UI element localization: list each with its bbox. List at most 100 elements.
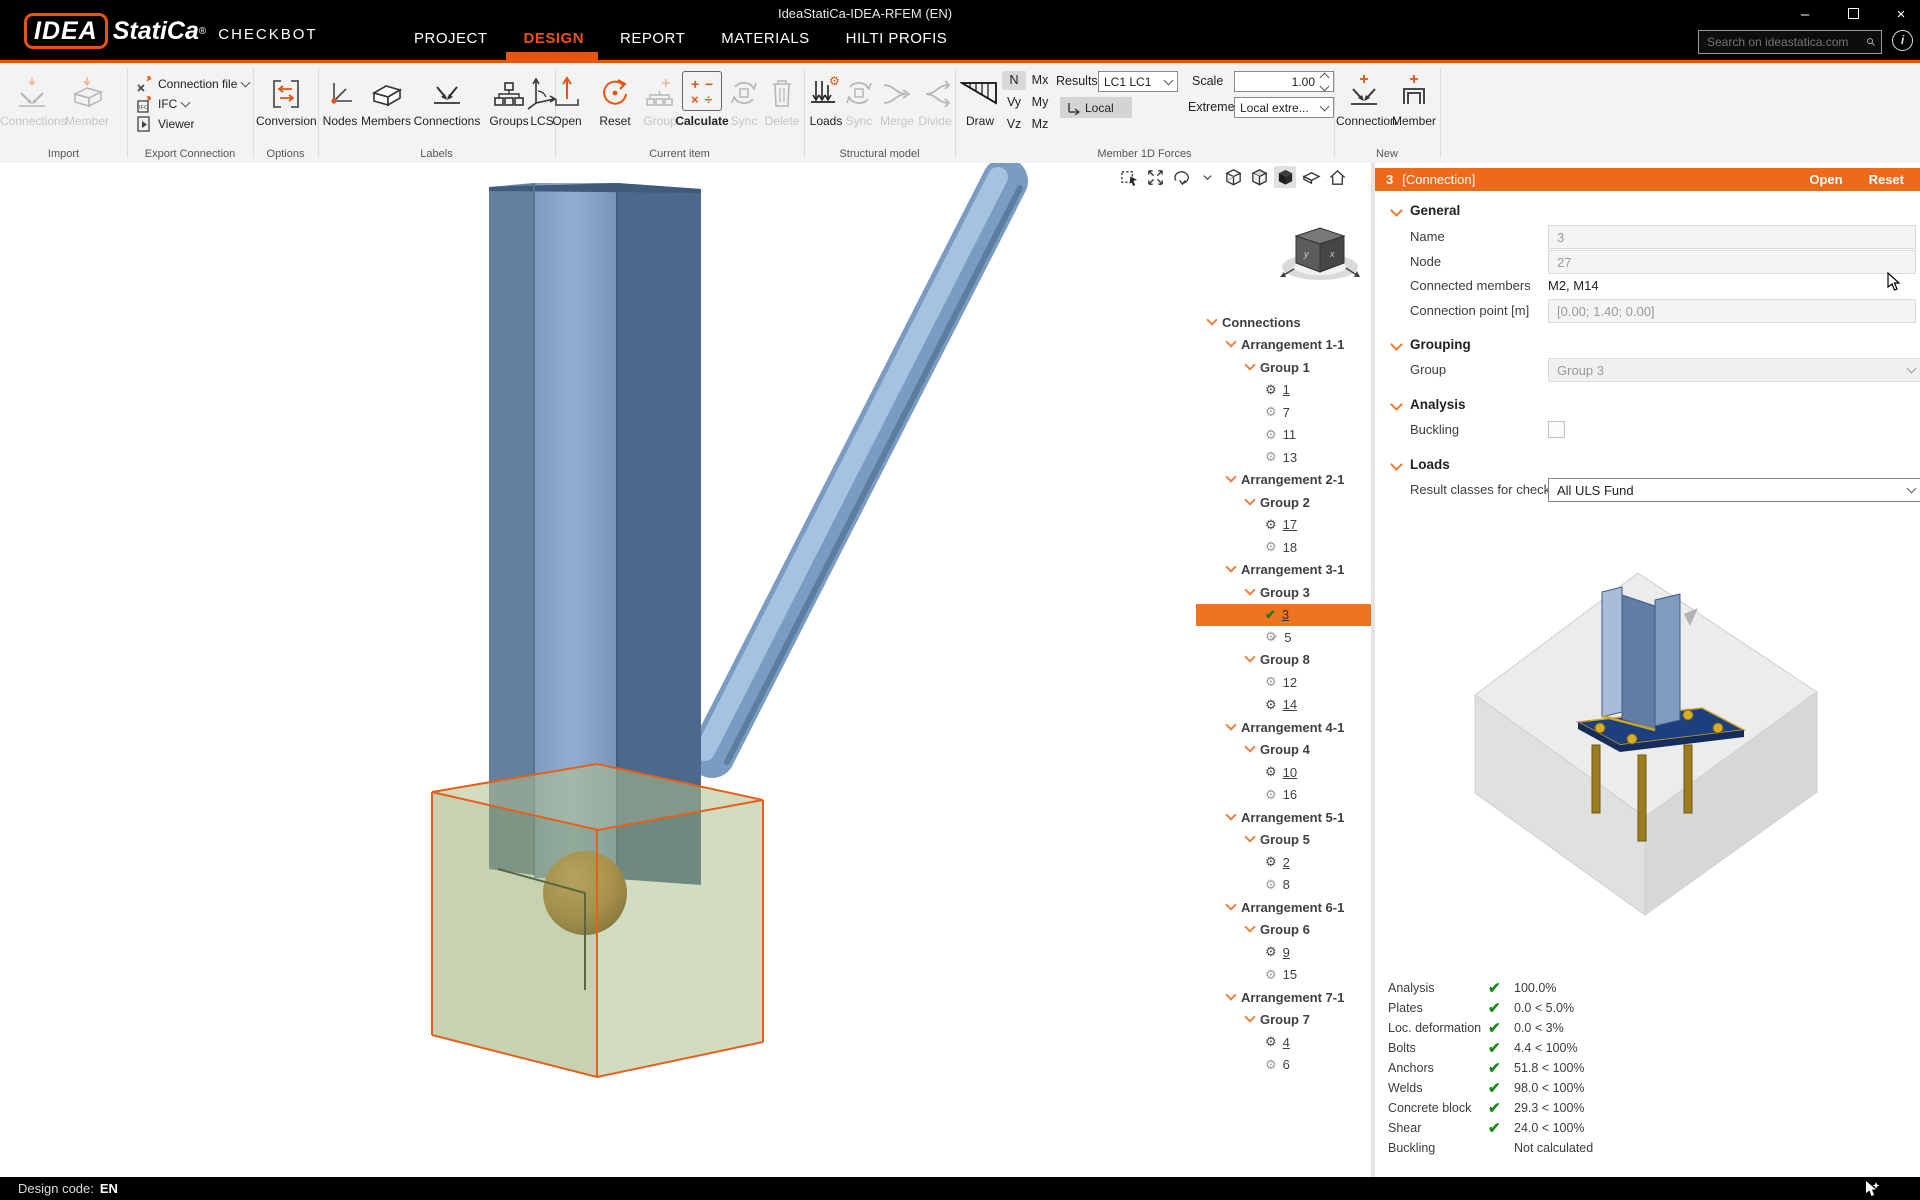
tree-branch[interactable]: Arrangement 5-1 bbox=[1196, 806, 1372, 829]
force-toggle-vy[interactable]: Vy bbox=[1002, 93, 1026, 112]
reset-button[interactable]: Reset bbox=[593, 67, 637, 128]
chevron-down-icon[interactable] bbox=[1246, 495, 1254, 510]
zoom-extents-icon[interactable] bbox=[1144, 166, 1166, 188]
tree-branch[interactable]: Group 3 bbox=[1196, 581, 1372, 604]
result-classes-select[interactable]: All ULS Fund bbox=[1548, 478, 1920, 502]
chevron-down-icon[interactable] bbox=[1227, 990, 1235, 1005]
labels-nodes-button[interactable]: Nodes bbox=[316, 67, 364, 128]
tree-branch[interactable]: Arrangement 7-1 bbox=[1196, 986, 1372, 1009]
tab-design[interactable]: DESIGN bbox=[524, 30, 585, 47]
new-member-button[interactable]: Member bbox=[1390, 67, 1438, 128]
tree-branch[interactable]: Group 5 bbox=[1196, 829, 1372, 852]
rotate-view-icon[interactable] bbox=[1170, 166, 1192, 188]
node-field[interactable]: 27 bbox=[1548, 250, 1916, 274]
chevron-down-icon[interactable] bbox=[1246, 922, 1254, 937]
chevron-down-icon[interactable] bbox=[1246, 832, 1254, 847]
new-connection-button[interactable]: Connection bbox=[1336, 67, 1392, 128]
tree-item[interactable]: ⚙6 bbox=[1196, 1054, 1372, 1077]
tree-item[interactable]: ⚙18 bbox=[1196, 536, 1372, 559]
section-general[interactable]: General bbox=[1410, 203, 1460, 218]
tree-item[interactable]: ⚙10 bbox=[1196, 761, 1372, 784]
maximize-icon[interactable] bbox=[1838, 4, 1868, 26]
tree-item[interactable]: ⚙4 bbox=[1196, 1031, 1372, 1054]
close-icon[interactable]: × bbox=[1886, 4, 1916, 26]
viewport-3d[interactable] bbox=[0, 163, 1373, 1177]
export-viewer-button[interactable]: Viewer bbox=[136, 115, 194, 133]
clip-view-icon[interactable] bbox=[1300, 166, 1322, 188]
tree-branch[interactable]: Connections bbox=[1196, 311, 1372, 334]
tree-branch[interactable]: Arrangement 4-1 bbox=[1196, 716, 1372, 739]
chevron-down-icon[interactable] bbox=[1246, 585, 1254, 600]
chevron-down-icon[interactable] bbox=[1227, 337, 1235, 352]
rotate-dropdown-icon[interactable] bbox=[1196, 166, 1218, 188]
tree-item[interactable]: ✔3 bbox=[1196, 604, 1372, 627]
export-ifc-button[interactable]: IFC IFC bbox=[136, 95, 189, 113]
tree-item[interactable]: ⚙2 bbox=[1196, 851, 1372, 874]
chevron-down-icon[interactable] bbox=[1227, 900, 1235, 915]
tree-branch[interactable]: Group 7 bbox=[1196, 1009, 1372, 1032]
group-select[interactable]: Group 3 bbox=[1548, 358, 1920, 382]
results-select[interactable]: LC1 LC1 bbox=[1098, 71, 1178, 92]
tree-item[interactable]: ⚙13 bbox=[1196, 446, 1372, 469]
force-toggle-mx[interactable]: Mx bbox=[1028, 71, 1052, 90]
tree-branch[interactable]: Group 6 bbox=[1196, 919, 1372, 942]
export-connection-file-button[interactable]: Connection file bbox=[136, 75, 249, 93]
solid-view-icon[interactable] bbox=[1274, 166, 1296, 188]
minimize-icon[interactable]: – bbox=[1790, 4, 1820, 26]
tree-branch[interactable]: Arrangement 3-1 bbox=[1196, 559, 1372, 582]
transparent-view-icon[interactable] bbox=[1248, 166, 1270, 188]
chevron-down-icon[interactable] bbox=[1227, 472, 1235, 487]
search-box[interactable] bbox=[1698, 30, 1882, 54]
navigation-cube[interactable]: y x bbox=[1278, 220, 1362, 284]
tree-branch[interactable]: Arrangement 6-1 bbox=[1196, 896, 1372, 919]
info-icon[interactable]: i bbox=[1892, 30, 1913, 51]
tree-branch[interactable]: Arrangement 1-1 bbox=[1196, 334, 1372, 357]
connection-point-field[interactable]: [0.00; 1.40; 0.00] bbox=[1548, 299, 1916, 323]
tree-item[interactable]: ⚙8 bbox=[1196, 874, 1372, 897]
chevron-down-icon[interactable] bbox=[1208, 315, 1216, 330]
section-loads[interactable]: Loads bbox=[1410, 457, 1450, 472]
chevron-down-icon[interactable] bbox=[1227, 810, 1235, 825]
section-grouping[interactable]: Grouping bbox=[1410, 337, 1471, 352]
force-toggle-vz[interactable]: Vz bbox=[1002, 115, 1026, 134]
scale-input[interactable]: 1.00 bbox=[1234, 71, 1334, 92]
chevron-down-icon[interactable] bbox=[1246, 652, 1254, 667]
tree-branch[interactable]: Group 1 bbox=[1196, 356, 1372, 379]
tree-item[interactable]: ⚙9 bbox=[1196, 941, 1372, 964]
wireframe-view-icon[interactable] bbox=[1222, 166, 1244, 188]
chevron-down-icon[interactable] bbox=[1246, 742, 1254, 757]
force-toggle-n[interactable]: N bbox=[1002, 71, 1026, 90]
tree-item[interactable]: ⚙17 bbox=[1196, 514, 1372, 537]
chevron-down-icon[interactable] bbox=[1246, 1012, 1254, 1027]
tree-item[interactable]: ⚙1 bbox=[1196, 379, 1372, 402]
tree-branch[interactable]: Group 2 bbox=[1196, 491, 1372, 514]
tab-report[interactable]: REPORT bbox=[620, 30, 685, 47]
panel-open-button[interactable]: Open bbox=[1809, 172, 1842, 187]
search-input[interactable] bbox=[1699, 35, 1866, 49]
home-view-icon[interactable] bbox=[1326, 166, 1348, 188]
tree-branch[interactable]: Group 4 bbox=[1196, 739, 1372, 762]
tree-branch[interactable]: Arrangement 2-1 bbox=[1196, 469, 1372, 492]
chevron-down-icon[interactable] bbox=[1246, 360, 1254, 375]
calculate-button[interactable]: +−×÷ Calculate bbox=[674, 67, 730, 128]
status-pointer-icon[interactable] bbox=[1864, 1180, 1880, 1198]
tree-item[interactable]: ⚙7 bbox=[1196, 401, 1372, 424]
labels-connections-button[interactable]: Connections bbox=[412, 67, 482, 128]
tree-item[interactable]: ⚙16 bbox=[1196, 784, 1372, 807]
local-toggle-button[interactable]: Local bbox=[1060, 97, 1132, 118]
force-toggle-my[interactable]: My bbox=[1028, 93, 1052, 112]
concrete-block-selected[interactable] bbox=[432, 764, 763, 1077]
buckling-checkbox[interactable] bbox=[1548, 421, 1565, 438]
tab-project[interactable]: PROJECT bbox=[414, 30, 488, 47]
tree-item[interactable]: ⚙15 bbox=[1196, 964, 1372, 987]
tab-materials[interactable]: MATERIALS bbox=[721, 30, 809, 47]
chevron-down-icon[interactable] bbox=[1227, 720, 1235, 735]
chevron-down-icon[interactable] bbox=[1227, 562, 1235, 577]
draw-button[interactable]: Draw bbox=[956, 67, 1004, 128]
tab-hilti-profis[interactable]: HILTI PROFIS bbox=[846, 30, 948, 47]
name-field[interactable]: 3 bbox=[1548, 225, 1916, 249]
extreme-select[interactable]: Local extre... bbox=[1234, 97, 1334, 118]
tree-item[interactable]: ⚙12 bbox=[1196, 671, 1372, 694]
diagonal-brace[interactable] bbox=[705, 177, 1020, 762]
open-button[interactable]: Open bbox=[545, 67, 589, 128]
